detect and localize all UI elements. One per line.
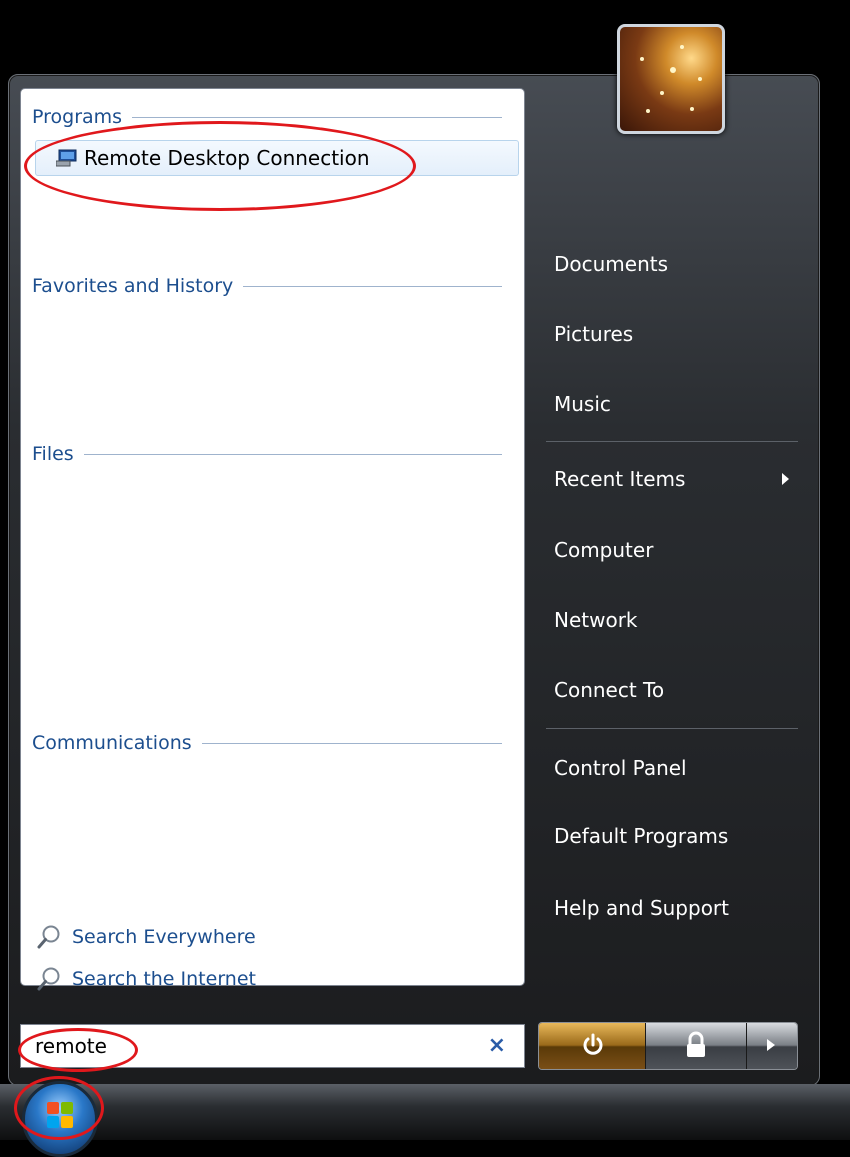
- section-header-communications: Communications: [32, 731, 502, 755]
- divider: [83, 453, 502, 455]
- power-controls: [538, 1022, 798, 1070]
- start-search-box[interactable]: ×: [20, 1024, 525, 1068]
- right-item-default-programs[interactable]: Default Programs: [554, 824, 728, 848]
- clear-search-icon[interactable]: ×: [488, 1033, 506, 1058]
- divider: [201, 742, 502, 744]
- program-result-remote-desktop[interactable]: Remote Desktop Connection: [35, 140, 519, 176]
- right-item-pictures[interactable]: Pictures: [554, 322, 633, 346]
- section-header-programs: Programs: [32, 105, 502, 129]
- search-everywhere-label: Search Everywhere: [72, 926, 256, 948]
- lock-icon: [687, 1031, 705, 1057]
- submenu-arrow-icon: [782, 473, 789, 485]
- search-internet-link[interactable]: Search the Internet: [36, 964, 256, 994]
- user-picture[interactable]: [617, 24, 725, 134]
- section-label: Favorites and History: [32, 275, 234, 297]
- search-everywhere-link[interactable]: Search Everywhere: [36, 922, 256, 952]
- section-header-favorites: Favorites and History: [32, 274, 502, 298]
- section-header-files: Files: [32, 442, 502, 466]
- program-label: Remote Desktop Connection: [84, 146, 370, 170]
- windows-flag-icon: [47, 1102, 75, 1130]
- right-divider: [546, 728, 798, 729]
- section-label: Files: [32, 443, 74, 465]
- right-item-connect-to[interactable]: Connect To: [554, 678, 664, 702]
- right-item-network[interactable]: Network: [554, 608, 638, 632]
- arrow-right-icon: [767, 1039, 775, 1051]
- magnifier-icon: [36, 966, 62, 992]
- magnifier-icon: [36, 924, 62, 950]
- lock-button[interactable]: [646, 1023, 747, 1069]
- right-item-documents[interactable]: Documents: [554, 252, 668, 276]
- power-icon: [583, 1033, 603, 1055]
- search-input[interactable]: [33, 1033, 457, 1059]
- section-label: Programs: [32, 106, 123, 128]
- divider: [132, 116, 502, 118]
- right-item-help-and-support[interactable]: Help and Support: [554, 896, 729, 920]
- divider: [243, 285, 502, 287]
- right-item-control-panel[interactable]: Control Panel: [554, 756, 687, 780]
- right-item-music[interactable]: Music: [554, 392, 611, 416]
- right-item-computer[interactable]: Computer: [554, 538, 653, 562]
- section-label: Communications: [32, 732, 192, 754]
- search-internet-label: Search the Internet: [72, 968, 256, 990]
- right-item-recent-items[interactable]: Recent Items: [554, 467, 685, 491]
- power-options-arrow-button[interactable]: [747, 1023, 797, 1069]
- taskbar: [0, 1084, 850, 1140]
- right-divider: [546, 441, 798, 442]
- left-results-panel: [20, 88, 525, 986]
- power-button[interactable]: [539, 1023, 646, 1069]
- start-button[interactable]: [22, 1081, 98, 1157]
- remote-desktop-icon: [55, 149, 78, 167]
